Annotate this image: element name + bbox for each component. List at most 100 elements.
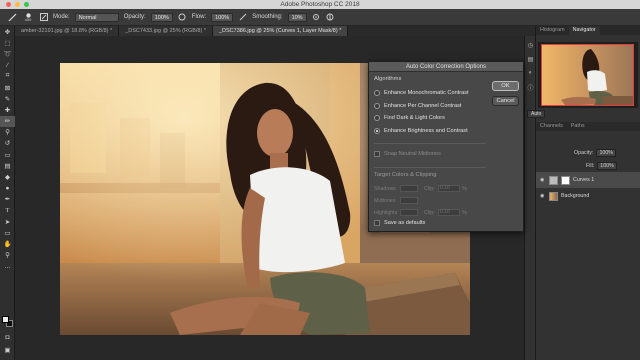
divider (374, 143, 486, 144)
clone-stamp-tool-icon[interactable]: ⚲ (0, 127, 15, 138)
navigator-view-box[interactable] (541, 44, 634, 106)
quick-select-tool-icon[interactable]: ⁄ (0, 60, 15, 71)
brush-settings-icon[interactable] (39, 13, 48, 22)
smoothing-label: Smoothing: (252, 14, 283, 20)
option-per-channel[interactable]: Enhance Per Channel Contrast (374, 100, 486, 113)
flow-input[interactable]: 100% (211, 12, 234, 22)
tab-channels[interactable]: Channels (536, 122, 567, 131)
radio-button-selected[interactable] (374, 127, 380, 134)
history-brush-tool-icon[interactable]: ↺ (0, 138, 15, 149)
gradient-tool-icon[interactable]: ▤ (0, 160, 15, 171)
brush-preset-picker[interactable]: 400 (22, 12, 34, 22)
option-find-dark-light[interactable]: Find Dark & Light Colors (374, 112, 486, 125)
layer-mask-thumb[interactable] (561, 175, 570, 185)
fill-row: Fill: 100% (586, 162, 617, 170)
blur-tool-icon[interactable]: ◆ (0, 171, 15, 182)
radio-button[interactable] (374, 115, 380, 122)
visibility-eye-icon[interactable]: ◉ (540, 177, 546, 183)
more-tools-icon[interactable]: … (0, 261, 15, 272)
smoothing-settings-icon[interactable] (312, 13, 321, 22)
healing-brush-tool-icon[interactable]: ✚ (0, 104, 15, 115)
save-as-defaults[interactable]: Save as defaults (374, 220, 425, 226)
pen-tool-icon[interactable]: ✒ (0, 194, 15, 205)
panel-icons-strip: ◷ ▤ ◐ ⓘ (524, 36, 535, 360)
option-label: Enhance Per Channel Contrast (384, 102, 462, 109)
options-bar: 400 Mode: Normal Opacity: 100% Flow: 100… (0, 9, 640, 26)
tab-label: Channels (540, 123, 563, 129)
flow-label: Flow: (191, 14, 207, 20)
pressure-opacity-icon[interactable] (178, 13, 187, 22)
foreground-color-swatch[interactable] (2, 316, 9, 323)
shadows-color-swatch[interactable] (400, 185, 418, 192)
mode-select[interactable]: Normal (74, 12, 119, 22)
smoothing-input[interactable]: 10% (287, 12, 307, 22)
ok-button[interactable]: OK (492, 81, 519, 91)
curves-auto-button[interactable]: Auto (527, 110, 546, 118)
navigator-tabs: Histogram Navigator (536, 26, 640, 35)
mode-label: Mode: (53, 14, 70, 20)
brush-tool-icon[interactable]: ✏ (0, 115, 15, 127)
opacity-input[interactable]: 100% (150, 12, 173, 22)
tab-label: Paths (570, 123, 585, 129)
radio-button[interactable] (374, 102, 380, 109)
opacity-row: Opacity: 100% (574, 149, 616, 157)
navigator-preview[interactable] (538, 42, 638, 108)
algorithms-label: Algorithms (374, 76, 402, 82)
lasso-tool-icon[interactable]: ➰ (0, 48, 15, 59)
clip-row-name: Highlights (374, 209, 398, 216)
midtones-color-swatch[interactable] (400, 197, 418, 204)
tab-navigator[interactable]: Navigator (568, 26, 600, 35)
option-monochromatic[interactable]: Enhance Monochromatic Contrast (374, 87, 486, 100)
checkbox[interactable] (374, 151, 380, 158)
crop-tool-icon[interactable]: ⌗ (0, 71, 15, 82)
layer-fill-input[interactable]: 100% (597, 162, 617, 170)
clip-label: Clip: (424, 185, 435, 192)
zoom-tool-icon[interactable]: ⚲ (0, 250, 15, 261)
tab-paths[interactable]: Paths (567, 122, 589, 131)
shadows-clip-input[interactable]: 0.10 (438, 185, 460, 192)
layer-background[interactable]: ◉ Background (536, 188, 640, 204)
cancel-button[interactable]: Cancel (492, 96, 519, 106)
rectangle-tool-icon[interactable]: ▭ (0, 227, 15, 238)
path-selection-tool-icon[interactable]: ➤ (0, 216, 15, 227)
divider (374, 166, 486, 168)
layer-fill-label: Fill: (586, 163, 595, 169)
eraser-tool-icon[interactable]: ▭ (0, 149, 15, 160)
eyedropper-tool-icon[interactable]: ✎ (0, 93, 15, 104)
snap-neutral-midtones[interactable]: Snap Neutral Midtones (374, 148, 486, 161)
window-title: Adobe Photoshop CC 2018 (280, 1, 360, 8)
move-tool-icon[interactable]: ✥ (0, 26, 15, 37)
screen-mode-icon[interactable]: ▣ (0, 344, 15, 355)
option-label: Find Dark & Light Colors (384, 115, 445, 122)
frame-tool-icon[interactable]: ⊠ (0, 82, 15, 93)
highlights-clip-input[interactable]: 0.10 (438, 209, 460, 216)
marquee-tool-icon[interactable]: ⬚ (0, 37, 15, 48)
layer-curves-1[interactable]: ◉ Curves 1 (536, 172, 640, 188)
layer-opacity-input[interactable]: 100% (596, 149, 616, 157)
layer-name: Background (561, 193, 590, 199)
doc-tab-dsc7433[interactable]: _DSC7433.jpg @ 25% (RGB/8) * (119, 26, 213, 36)
type-tool-icon[interactable]: T (0, 205, 15, 216)
title-bar: Adobe Photoshop CC 2018 (0, 0, 640, 9)
doc-tab-dsc7386[interactable]: _DSC7386.jpg @ 25% (Curves 1, Layer Mask… (212, 26, 349, 36)
visibility-eye-icon[interactable]: ◉ (540, 193, 546, 199)
highlights-color-swatch[interactable] (400, 209, 418, 216)
radio-button[interactable] (374, 90, 380, 97)
dodge-tool-icon[interactable]: ● (0, 183, 15, 194)
option-label: Enhance Monochromatic Contrast (384, 90, 469, 97)
save-defaults-label: Save as defaults (384, 220, 426, 226)
clip-label: Clip: (424, 209, 435, 216)
hand-tool-icon[interactable]: ✋ (0, 239, 15, 250)
checkbox[interactable] (374, 220, 380, 226)
tab-histogram[interactable]: Histogram (536, 26, 569, 35)
doc-tab-label: _DSC7386.jpg @ 25% (Curves 1, Layer Mask… (218, 28, 342, 34)
option-brightness-contrast[interactable]: Enhance Brightness and Contrast (374, 125, 486, 138)
doc-tab-amber[interactable]: amber-32191.jpg @ 18.8% (RGB/8) * (15, 26, 120, 36)
layer-opacity-label: Opacity: (574, 150, 594, 156)
pressure-size-icon[interactable] (326, 13, 335, 22)
brush-tool-icon[interactable] (8, 13, 17, 22)
option-label: Enhance Brightness and Contrast (384, 127, 468, 134)
color-swatches[interactable] (2, 316, 13, 328)
quick-mask-icon[interactable]: ◘ (0, 332, 15, 343)
airbrush-icon[interactable] (238, 13, 247, 22)
